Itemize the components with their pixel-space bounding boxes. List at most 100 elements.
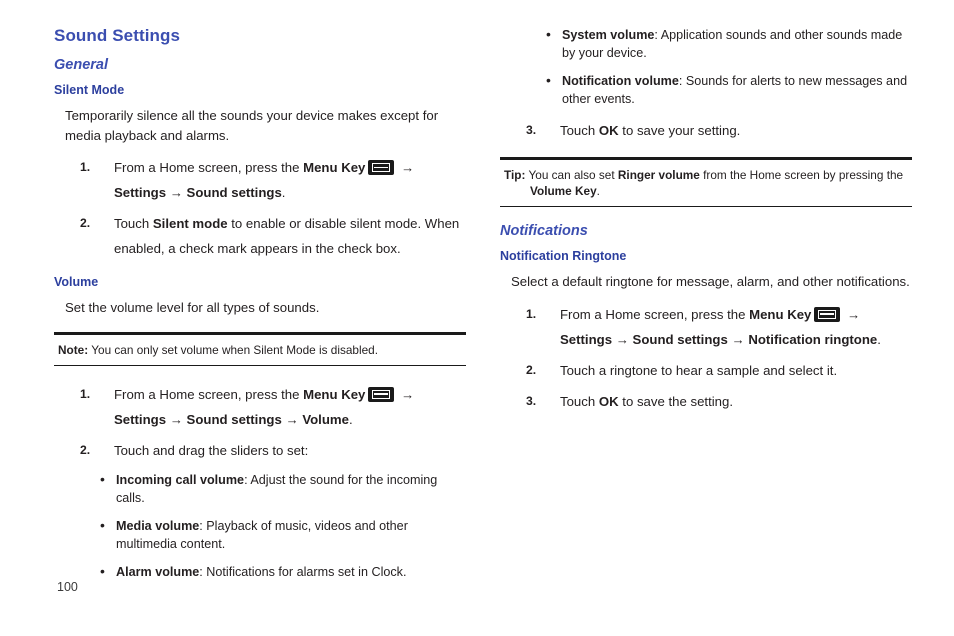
step-text: Touch and drag the sliders to set: [114, 443, 308, 458]
emphasis-text: → [166, 185, 187, 200]
tip-body-a: You can also set [525, 168, 618, 182]
bullet-term: System volume [562, 28, 655, 42]
left-column: Sound Settings General Silent Mode Tempo… [54, 26, 466, 591]
plain-text: . [877, 331, 881, 347]
list-item: 2. Touch and drag the sliders to set: [54, 438, 466, 463]
bullet-icon: • [546, 72, 551, 88]
page-title: Sound Settings [54, 26, 181, 45]
emphasis-text: Sound settings [632, 331, 728, 347]
right-column: • System volume: Application sounds and … [500, 26, 912, 420]
plain-text: From a Home screen, press the [114, 386, 304, 402]
emphasis-text: Volume [302, 411, 349, 427]
emphasis-text: Menu Key [749, 306, 812, 322]
step-number: 1. [526, 306, 537, 321]
tip-body-c: from the Home screen by pressing the [699, 168, 904, 182]
note-body: You can only set volume when Silent Mode… [88, 342, 379, 357]
plain-text: From a Home screen, press the [114, 160, 304, 175]
emphasis-text: Notification ringtone [748, 331, 878, 347]
list-item: 1. From a Home screen, press the Menu Ke… [54, 155, 466, 205]
emphasis-text: Settings [560, 331, 613, 347]
step-number: 2. [80, 442, 91, 457]
step-number: 3. [526, 393, 537, 408]
tip-callout: Tip: You can also set Ringer volume from… [500, 157, 912, 207]
list-item: 1. From a Home screen, press the Menu Ke… [54, 382, 466, 432]
section-heading-notifications: Notifications [500, 223, 588, 239]
subsection-heading-notification-ringtone: Notification Ringtone [500, 249, 627, 263]
emphasis-text: Settings [114, 185, 167, 200]
list-item: • Incoming call volume: Adjust the sound… [98, 471, 466, 507]
list-item: • Notification volume: Sounds for alerts… [544, 72, 912, 108]
volume-bullets: • Incoming call volume: Adjust the sound… [54, 471, 466, 581]
volume-steps: 1. From a Home screen, press the Menu Ke… [54, 382, 466, 463]
bullet-term: Incoming call volume [116, 472, 245, 487]
step-text: Touch Silent mode to enable or disable s… [114, 216, 459, 256]
step-text: From a Home screen, press the Menu Key →… [560, 306, 881, 347]
step-number: 1. [80, 386, 91, 401]
notification-ringtone-intro: Select a default ringtone for message, a… [511, 274, 910, 289]
list-item: 2. Touch a ringtone to hear a sample and… [500, 358, 912, 383]
menu-key-icon [368, 386, 395, 402]
step-text: From a Home screen, press the Menu Key →… [114, 160, 414, 200]
list-item: • Alarm volume: Notifications for alarms… [98, 563, 466, 581]
step-text: Touch OK to save the setting. [560, 394, 733, 409]
tip-line2: Volume Key. [504, 183, 910, 199]
step-number: 1. [80, 160, 91, 174]
tip-ringer-volume: Ringer volume [617, 168, 700, 182]
emphasis-text: → [612, 331, 633, 347]
step-text: From a Home screen, press the Menu Key →… [114, 386, 415, 427]
bullet-icon: • [100, 470, 105, 487]
note-callout: Note: You can only set volume when Silen… [54, 331, 466, 366]
list-item: 3. Touch OK to save the setting. [500, 389, 912, 414]
list-item: 1. From a Home screen, press the Menu Ke… [500, 302, 912, 352]
step-text: Touch OK to save your setting. [560, 123, 740, 138]
plain-text: Touch [560, 123, 599, 138]
tip-line2-end: . [596, 184, 600, 198]
step-number: 2. [526, 362, 537, 377]
subsection-heading-volume: Volume [54, 275, 99, 289]
notification-ringtone-steps: 1. From a Home screen, press the Menu Ke… [500, 302, 912, 414]
bullet-term: Alarm volume [116, 564, 200, 579]
plain-text: . [348, 411, 353, 427]
plain-text: Touch a ringtone to hear a sample and se… [560, 362, 838, 378]
plain-text: Touch [560, 393, 599, 409]
list-item: 3. Touch OK to save your setting. [500, 118, 912, 143]
section-heading-general: General [54, 57, 108, 73]
emphasis-text: Menu Key [303, 160, 366, 175]
emphasis-text: → [166, 411, 187, 427]
plain-text: Touch and drag the sliders to set: [114, 442, 309, 458]
emphasis-text: → [843, 306, 861, 322]
bullet-desc: : Notifications for alarms set in Clock. [199, 564, 407, 579]
emphasis-text: Sound settings [186, 411, 282, 427]
volume-step-3: 3. Touch OK to save your setting. [500, 118, 912, 143]
menu-key-icon [368, 160, 395, 175]
bullet-icon: • [100, 562, 105, 579]
tip-text: Tip: You can also set Ringer volume from… [504, 167, 910, 183]
step-number: 3. [526, 123, 537, 137]
step-text: Touch a ringtone to hear a sample and se… [560, 363, 837, 378]
list-item: • Media volume: Playback of music, video… [98, 517, 466, 553]
emphasis-text: Sound settings [186, 185, 282, 200]
emphasis-text: Silent mode [152, 216, 228, 231]
volume-intro: Set the volume level for all types of so… [65, 300, 320, 315]
list-item: • System volume: Application sounds and … [544, 26, 912, 62]
note-text: Note: You can only set volume when Silen… [58, 342, 464, 358]
emphasis-text: → [397, 386, 415, 402]
plain-text: Touch [114, 216, 153, 231]
menu-key-icon [814, 306, 841, 322]
document-page: Sound Settings General Silent Mode Tempo… [0, 0, 954, 636]
plain-text: From a Home screen, press the [560, 306, 750, 322]
emphasis-text: OK [598, 393, 619, 409]
note-label: Note: [58, 342, 89, 357]
plain-text: to save your setting. [618, 123, 741, 138]
subsection-heading-silent-mode: Silent Mode [54, 83, 125, 97]
silent-mode-intro: Temporarily silence all the sounds your … [65, 108, 439, 143]
emphasis-text: Settings [114, 411, 167, 427]
bullet-term: Media volume [116, 518, 200, 533]
plain-text: . [281, 185, 286, 200]
emphasis-text: → [397, 160, 415, 175]
tip-volume-key: Volume Key [530, 184, 597, 198]
emphasis-text: OK [598, 123, 619, 138]
plain-text: to save the setting. [618, 393, 734, 409]
step-number: 2. [80, 216, 91, 230]
bullet-icon: • [100, 516, 105, 533]
